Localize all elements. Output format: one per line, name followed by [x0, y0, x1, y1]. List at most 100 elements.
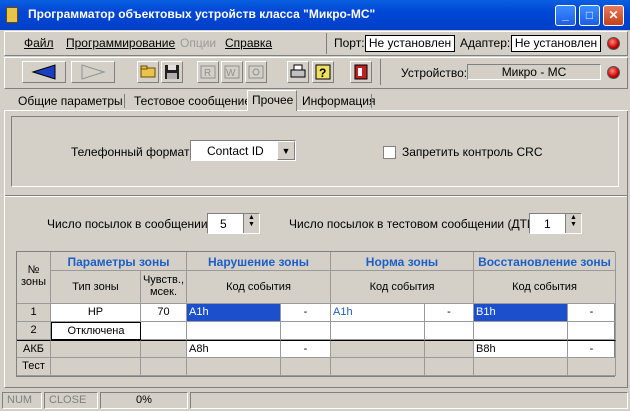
svg-text:?: ? [319, 66, 326, 80]
sensitivity-cell [141, 358, 187, 376]
phone-format-label: Телефонный формат: [71, 145, 193, 159]
restore-code-cell [474, 358, 568, 376]
window-title: Программатор объектовых устройств класса… [28, 7, 376, 21]
verify-device-button[interactable] [245, 61, 267, 83]
arrow-right-icon [81, 64, 106, 80]
test-packets-spinner[interactable]: 1 ▲ ▼ [529, 213, 582, 234]
row-number: 1 [17, 304, 51, 322]
tab-divider [124, 94, 125, 108]
violation-code-cell[interactable]: A1h [187, 304, 281, 322]
phone-format-select[interactable]: Contact ID ▼ [190, 140, 296, 161]
forward-button[interactable] [71, 61, 115, 83]
norm-code-cell [331, 340, 425, 358]
sensitivity-cell[interactable] [141, 322, 187, 340]
packets-spinner[interactable]: 5 ▲ ▼ [207, 213, 260, 234]
svg-text:W: W [226, 68, 236, 79]
zone-type-cell[interactable]: НР [51, 304, 141, 322]
menu-file[interactable]: Файл [24, 36, 54, 50]
maximize-button[interactable]: □ [579, 5, 600, 26]
read-device-button[interactable]: R [197, 61, 219, 83]
violation-extra-cell[interactable] [281, 322, 331, 340]
row-number: Тест [17, 358, 51, 376]
arrow-left-icon [31, 64, 56, 80]
write-device-button[interactable]: W [221, 61, 243, 83]
sub-sensitivity: Чувств., мсек. [141, 271, 187, 304]
menu-programming[interactable]: Программирование [66, 36, 175, 50]
norm-code-cell[interactable]: A1h [331, 304, 425, 322]
group-violation: Нарушение зоны [187, 252, 331, 271]
app-icon [6, 7, 18, 23]
test-packets-value: 1 [544, 217, 551, 231]
section-divider [5, 195, 627, 197]
restore-extra-cell[interactable]: - [568, 304, 616, 322]
row-number: АКБ [17, 340, 51, 358]
spin-up-down-icon[interactable]: ▲ ▼ [243, 214, 259, 233]
menu-options[interactable]: Опции [180, 36, 216, 50]
sensitivity-cell [141, 340, 187, 358]
adapter-value: Не установлен [511, 35, 601, 52]
restore-code-cell[interactable] [474, 322, 568, 340]
crc-label: Запретить контроль CRC [402, 145, 543, 159]
zone-type-cell [51, 340, 141, 358]
save-button[interactable] [161, 61, 183, 83]
tab-information[interactable]: Информация [298, 92, 379, 110]
violation-code-cell[interactable] [187, 322, 281, 340]
tab-test-message[interactable]: Тестовое сообщение [130, 92, 255, 110]
norm-extra-cell[interactable] [425, 322, 474, 340]
violation-extra-cell [281, 358, 331, 376]
menu-separator [326, 33, 327, 54]
exit-door-icon [354, 64, 368, 80]
zones-grid[interactable]: № зоны Параметры зоны Нарушение зоны Нор… [16, 251, 616, 377]
folder-open-icon [140, 65, 156, 78]
help-question-icon: ? [315, 64, 331, 80]
status-message [190, 392, 628, 409]
norm-extra-cell [425, 340, 474, 358]
restore-extra-cell[interactable]: - [568, 340, 616, 358]
open-button[interactable] [137, 61, 159, 83]
device-label: Устройство: [401, 66, 468, 80]
restore-code-cell[interactable]: B8h [474, 340, 568, 358]
tab-other[interactable]: Прочее [247, 90, 297, 111]
connection-led-icon [607, 37, 620, 50]
zone-type-cell[interactable]: Отключена [51, 322, 141, 340]
restore-extra-cell [568, 358, 616, 376]
violation-extra-cell[interactable]: - [281, 340, 331, 358]
printer-icon [290, 64, 306, 78]
restore-code-cell[interactable]: B1h [474, 304, 568, 322]
tab-divider [371, 94, 372, 108]
verify-chip-icon [248, 65, 264, 79]
adapter-label: Адаптер: [460, 36, 511, 50]
chevron-down-icon[interactable]: ▼ [277, 141, 295, 160]
group-norm: Норма зоны [331, 252, 474, 271]
back-button[interactable] [22, 61, 66, 83]
crc-checkbox[interactable] [383, 146, 396, 159]
help-button[interactable]: ? [312, 61, 334, 83]
row-number: 2 [17, 322, 51, 340]
norm-code-cell[interactable] [331, 322, 425, 340]
restore-extra-cell[interactable] [568, 322, 616, 340]
port-value: Не установлен [365, 35, 455, 52]
port-label: Порт: [334, 36, 365, 50]
exit-button[interactable] [350, 61, 372, 83]
close-button[interactable]: ✕ [603, 5, 624, 26]
test-packets-label: Число посылок в тестовом сообщении (ДТИ)… [289, 217, 543, 231]
status-close: CLOSE [44, 392, 98, 409]
group-restore: Восстановление зоны [474, 252, 616, 271]
write-chip-icon: W [224, 65, 240, 79]
sub-norm-code: Код события [331, 271, 474, 304]
print-button[interactable] [287, 61, 309, 83]
zone-type-cell [51, 358, 141, 376]
packets-label: Число посылок в сообщении: [47, 217, 211, 231]
spin-up-down-icon[interactable]: ▲ ▼ [565, 214, 581, 233]
violation-extra-cell[interactable]: - [281, 304, 331, 322]
sensitivity-cell[interactable]: 70 [141, 304, 187, 322]
tab-general[interactable]: Общие параметры [14, 92, 127, 110]
minimize-button[interactable]: _ [555, 5, 576, 26]
title-bar: Программатор объектовых устройств класса… [0, 0, 630, 30]
col-zone-no: № зоны [17, 252, 51, 304]
status-num: NUM [2, 392, 42, 409]
violation-code-cell[interactable]: A8h [187, 340, 281, 358]
norm-extra-cell[interactable]: - [425, 304, 474, 322]
menu-help[interactable]: Справка [225, 36, 272, 50]
device-value: Микро - МС [467, 64, 601, 80]
